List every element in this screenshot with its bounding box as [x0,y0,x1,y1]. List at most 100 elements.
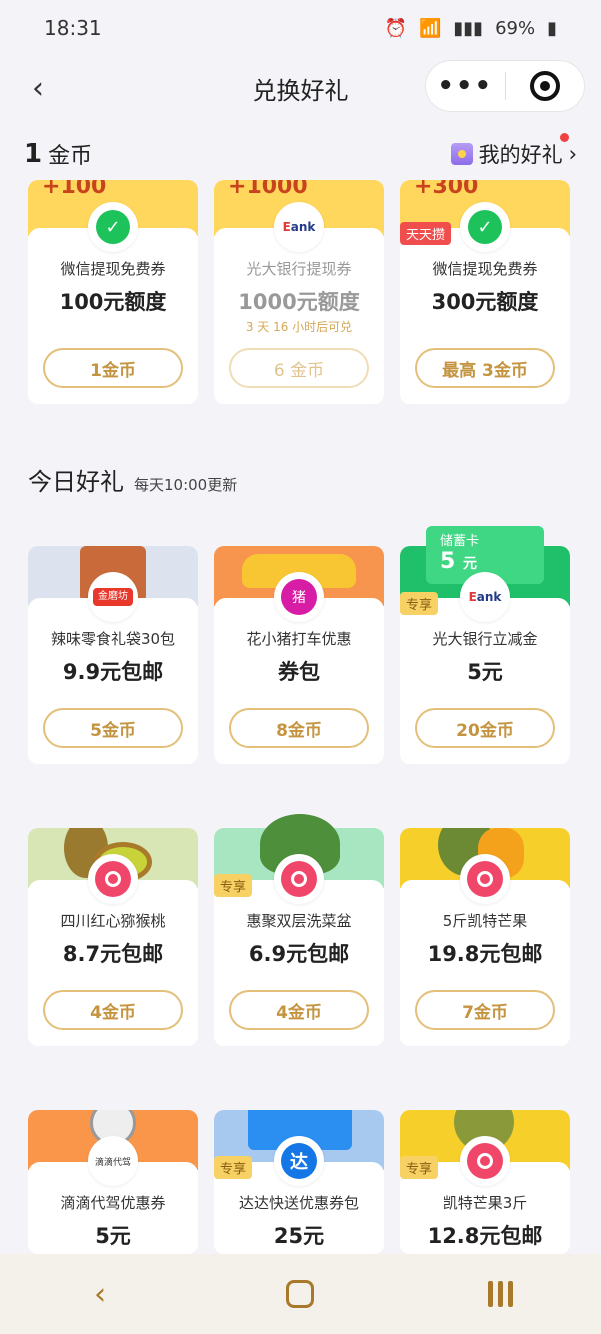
redeem-button[interactable]: 1金币 [43,348,183,388]
gift-price: 25元 [273,1224,325,1248]
shop-logo [88,854,138,904]
gift-row: 滴滴代驾 滴滴代驾优惠券 5元 专享 达 达达快送优惠券包 25元 专享 凯特芒… [28,1110,570,1254]
chevron-left-icon: ‹ [32,70,44,106]
alarm-icon: ⏰ [384,17,407,39]
nav-header: ‹ 兑换好礼 ••• [0,56,601,120]
coins-row: 1 金币 我的好礼 › [0,130,601,178]
gift-price: 5元 [95,1224,131,1248]
coin-count: 1 [24,139,43,169]
wechat-logo: ✓ [88,202,138,252]
card-amount: 5 元 [440,549,477,574]
battery-level: 69% [495,17,536,39]
exclusive-tag: 专享 [214,874,253,897]
gift-price: 8.7元包邮 [62,942,164,966]
daily-tag: 天天攒 [400,222,452,245]
gift-card[interactable]: 5斤凯特芒果 19.8元包邮 7金币 [400,828,570,1046]
home-icon [286,1280,315,1308]
status-time: 18:31 [44,16,102,40]
my-gifts-link[interactable]: 我的好礼 › [450,133,577,169]
section-title: 今日好礼 [28,468,124,496]
wifi-icon: 📶 [418,17,442,39]
redeem-button[interactable]: 最高 3金币 [415,348,555,388]
notification-dot [560,133,569,142]
gift-name: 5斤凯特芒果 [442,912,528,930]
gift-price: 5元 [467,660,503,684]
redeem-button[interactable]: 4金币 [229,990,369,1030]
exclusive-tag: 专享 [214,1156,253,1179]
my-gifts-label: 我的好礼 [478,143,563,167]
coupon-note [28,318,198,338]
gift-name: 四川红心猕猴桃 [60,912,166,930]
gift-row: 四川红心猕猴桃 8.7元包邮 4金币 专享 惠聚双层洗菜盆 6.9元包邮 4金币… [28,814,570,1046]
coin-unit: 金币 [48,144,93,169]
coupon-value: 1000元额度 [238,290,360,314]
page-title: 兑换好礼 [252,76,349,105]
nav-back-button[interactable]: ‹ [70,1264,130,1324]
coupon-card[interactable]: +100 ✓ 微信提现免费券 100元额度 1金币 [28,180,198,404]
gift-name: 花小猪打车优惠 [246,630,352,648]
coupon-amount: +300 [414,180,479,199]
signal-icon: ▮▮▮ [453,17,484,39]
nav-recents-button[interactable] [471,1264,531,1324]
coupon-value: 100元额度 [59,290,167,314]
gift-price: 6.9元包邮 [248,942,350,966]
redeem-button[interactable]: 8金币 [229,708,369,748]
gift-row: 金磨坊 辣味零食礼袋30包 9.9元包邮 5金币 猪 花小猪打车优惠 券包 8金… [28,526,570,764]
gift-card[interactable]: 猪 花小猪打车优惠 券包 8金币 [214,546,384,764]
coupon-value: 300元额度 [431,290,539,314]
section-header: 今日好礼 每天10:00更新 [28,462,237,497]
gift-card[interactable]: 滴滴代驾 滴滴代驾优惠券 5元 [28,1110,198,1254]
gift-name: 凯特芒果3斤 [442,1194,528,1212]
gift-name: 惠聚双层洗菜盆 [246,912,352,930]
coupon-name: 微信提现免费券 [432,260,538,278]
recents-icon [488,1281,514,1307]
shop-logo [460,1136,510,1186]
coupon-card[interactable]: +1000 Eank 光大银行提现券 1000元额度 3 天 16 小时后可兑 … [214,180,384,404]
gift-card[interactable]: 专享 凯特芒果3斤 12.8元包邮 [400,1110,570,1254]
card-label: 储蓄卡 [440,534,480,549]
didi-logo: 滴滴代驾 [88,1136,138,1186]
coupon-amount: +100 [42,180,107,199]
top-coupon-row: +100 ✓ 微信提现免费券 100元额度 1金币 +1000 Eank 光大银… [28,180,570,404]
gift-card[interactable]: 专享 惠聚双层洗菜盆 6.9元包邮 4金币 [214,814,384,1046]
wechat-logo: ✓ [460,202,510,252]
redeem-button[interactable]: 4金币 [43,990,183,1030]
redeem-button[interactable]: 7金币 [415,990,555,1030]
section-subtitle: 每天10:00更新 [134,476,238,494]
status-icons: ⏰ 📶 ▮▮▮ 69% ▮ [385,18,557,39]
gift-name: 达达快送优惠券包 [238,1194,359,1212]
gift-card[interactable]: 专享 达 达达快送优惠券包 25元 [214,1110,384,1254]
gift-card[interactable]: 储蓄卡 5 元 专享 Eank 光大银行立减金 5元 20金币 [400,526,570,764]
shop-logo [274,854,324,904]
close-icon [529,71,560,101]
gift-price: 9.9元包邮 [62,660,164,684]
back-button[interactable]: ‹ [20,70,56,106]
exclusive-tag: 专享 [400,592,439,615]
snack-brand-logo: 金磨坊 [88,572,138,622]
battery-icon: ▮ [547,17,557,39]
system-nav-bar: ‹ [0,1254,601,1334]
huaxiaozhu-logo: 猪 [274,572,324,622]
redeem-button[interactable]: 20金币 [415,708,555,748]
coupon-amount: +1000 [228,180,308,199]
gift-price: 券包 [278,660,320,684]
coupon-name: 光大银行提现券 [246,260,352,278]
exclusive-tag: 专享 [400,1156,439,1179]
dada-logo: 达 [274,1136,324,1186]
shop-logo [460,854,510,904]
gift-name: 滴滴代驾优惠券 [60,1194,166,1212]
close-button[interactable] [506,71,585,101]
mini-program-capsule: ••• [425,60,585,112]
redeem-button[interactable]: 5金币 [43,708,183,748]
gift-card[interactable]: 四川红心猕猴桃 8.7元包邮 4金币 [28,828,198,1046]
chevron-right-icon: › [568,142,577,166]
nav-home-button[interactable] [270,1264,330,1324]
coupon-card[interactable]: +300 天天攒 ✓ 微信提现免费券 300元额度 最高 3金币 [400,180,570,404]
bank-logo: Eank [274,202,324,252]
gift-card[interactable]: 金磨坊 辣味零食礼袋30包 9.9元包邮 5金币 [28,546,198,764]
more-button[interactable]: ••• [426,71,505,101]
gift-price: 19.8元包邮 [427,942,543,966]
gift-price: 12.8元包邮 [427,1224,543,1248]
coupon-note: 3 天 16 小时后可兑 [245,320,353,334]
redeem-button[interactable]: 6 金币 [229,348,369,388]
